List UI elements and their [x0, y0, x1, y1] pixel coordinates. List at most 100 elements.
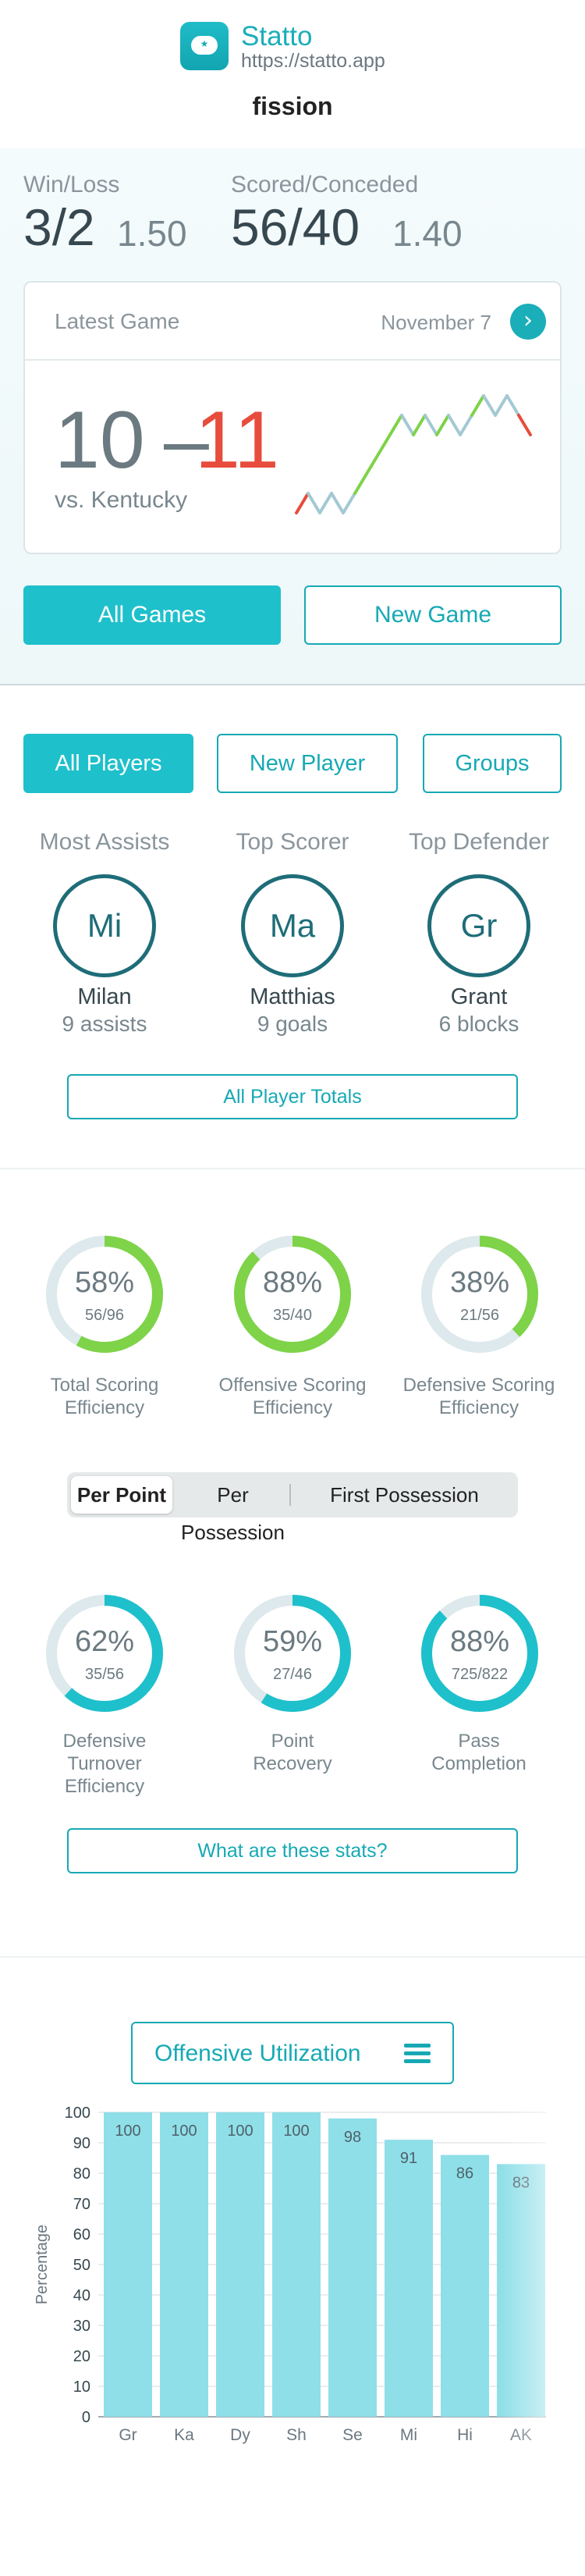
win-loss-label: Win/Loss	[23, 172, 120, 197]
sparkline-segment	[353, 472, 368, 495]
ring-label-line: Point	[271, 1731, 314, 1752]
ring-label-line: Pass	[458, 1731, 500, 1752]
bar[interactable]	[160, 2112, 208, 2417]
sparkline-segment	[412, 414, 427, 436]
ring-percent: 58%	[74, 1266, 135, 1299]
score-us: 10	[55, 395, 145, 486]
ring-label-line: Efficiency	[252, 1397, 333, 1418]
utilization-label: Offensive Utilization	[154, 2041, 361, 2066]
bar-value-label: 100	[171, 2122, 197, 2140]
sparkline-segment	[330, 492, 345, 514]
app-name: Statto	[241, 21, 313, 52]
app-url[interactable]: https://statto.app	[241, 50, 385, 73]
bar[interactable]	[441, 2154, 489, 2417]
y-tick-label: 50	[73, 2257, 90, 2274]
score-sparkline	[295, 394, 532, 514]
ring-defensive-scoring: 38% 21/56	[417, 1232, 542, 1357]
ring-label-line: Offensive Scoring	[218, 1375, 367, 1396]
avatar-milan[interactable]: Mi	[53, 874, 156, 977]
app-header: ★ Statto https://statto.app fission	[0, 0, 585, 148]
sparkline-segment	[517, 414, 532, 436]
sparkline-segment	[447, 414, 462, 436]
groups-button[interactable]: Groups	[423, 734, 562, 793]
sparkline-segment	[377, 433, 392, 456]
segment-per-possession[interactable]: Per Possession	[176, 1476, 289, 1544]
leader-name-assists: Milan	[77, 984, 132, 1009]
games-section: Win/Loss 3/2 1.50 Scored/Conceded 56/40 …	[0, 148, 585, 685]
x-tick-label: Dy	[230, 2426, 250, 2444]
bar-value-label: 86	[456, 2165, 473, 2183]
chevron-right-icon[interactable]: ›	[510, 304, 546, 340]
y-tick-label: 10	[73, 2379, 90, 2396]
utilization-selector-button[interactable]: Offensive Utilization	[131, 2022, 454, 2084]
ring-label-line: Efficiency	[438, 1397, 519, 1418]
x-tick-label: Ka	[174, 2426, 194, 2444]
leader-title-assists: Most Assists	[39, 829, 170, 855]
sparkline-segment	[318, 492, 333, 514]
ring-fraction: 35/56	[84, 1666, 125, 1683]
ring-label-line: Recovery	[253, 1753, 332, 1774]
all-games-button[interactable]: All Games	[23, 585, 281, 645]
sparkline-segment	[482, 394, 497, 417]
leader-title-scorer: Top Scorer	[236, 829, 349, 855]
ring-fraction: 27/46	[272, 1666, 313, 1683]
scored-conceded-value: 56/40	[231, 198, 360, 256]
bar[interactable]	[328, 2118, 377, 2417]
avatar-matthias[interactable]: Ma	[241, 874, 344, 977]
efficiency-section: 58% 56/96 Total Scoring Efficiency 88% 3…	[0, 1169, 585, 1958]
ring-percent: 59%	[262, 1625, 323, 1658]
ring-offensive-scoring: 88% 35/40	[230, 1232, 355, 1357]
x-tick-label: Gr	[119, 2426, 136, 2444]
sparkline-segment	[424, 414, 438, 436]
players-section: All Players New Player Groups Most Assis…	[0, 685, 585, 1169]
sparkline-segment	[459, 414, 473, 436]
y-tick-label: 40	[73, 2287, 90, 2304]
ring-label-line: Efficiency	[64, 1776, 145, 1797]
avatar-grant[interactable]: Gr	[427, 874, 530, 977]
ring-fraction: 56/96	[84, 1307, 125, 1324]
stats-help-button[interactable]: What are these stats?	[67, 1828, 518, 1873]
score-them: 11	[195, 395, 279, 486]
bar-value-label: 100	[115, 2122, 140, 2140]
bar-value-label: 91	[400, 2150, 417, 2167]
y-tick-label: 0	[82, 2409, 90, 2426]
bar[interactable]	[104, 2112, 152, 2417]
chat-bubble-star-icon: ★	[180, 22, 229, 70]
sparkline-segment	[365, 453, 380, 475]
latest-game-card[interactable]: Latest Game November 7 › 10 – 11 vs. Ken…	[23, 281, 562, 554]
ring-percent: 88%	[449, 1625, 510, 1658]
new-game-button[interactable]: New Game	[304, 585, 562, 645]
opponent-name: vs. Kentucky	[55, 487, 188, 513]
ring-label: Point Recovery	[199, 1730, 386, 1775]
ring-total-scoring: 58% 56/96	[42, 1232, 167, 1357]
ring-label-line: Completion	[431, 1753, 526, 1774]
sparkline-segment	[400, 414, 415, 436]
all-player-totals-button[interactable]: All Player Totals	[67, 1074, 518, 1119]
new-player-button[interactable]: New Player	[217, 734, 398, 793]
leader-stat-scorer: 9 goals	[257, 1012, 328, 1036]
sparkline-segment	[342, 492, 356, 514]
y-tick-label: 20	[73, 2348, 90, 2365]
ring-label-line: Turnover	[67, 1753, 142, 1774]
ring-percent: 88%	[262, 1266, 323, 1299]
team-name: fission	[252, 92, 333, 120]
segment-first-possession[interactable]: First Possession	[293, 1476, 516, 1514]
ring-fraction: 35/40	[272, 1307, 313, 1324]
bar[interactable]	[216, 2112, 264, 2417]
ring-label-line: Total Scoring	[50, 1375, 159, 1396]
ring-label: Defensive Scoring Efficiency	[385, 1374, 573, 1419]
utilization-bar-chart: 0 10 20 30 40 50 60 70 80 90 100 Percentage 100 Gr 100…	[34, 2105, 546, 2444]
bar[interactable]	[385, 2140, 433, 2417]
all-players-button[interactable]: All Players	[23, 734, 193, 793]
ring-defensive-turnover: 62% 35/56	[42, 1591, 167, 1716]
bar-value-label: 100	[227, 2122, 253, 2140]
scored-conceded-label: Scored/Conceded	[231, 172, 419, 197]
leader-title-defender: Top Defender	[408, 829, 550, 855]
segment-per-point[interactable]: Per Point	[71, 1476, 172, 1514]
leader-name-scorer: Matthias	[250, 984, 335, 1009]
segmented-control: Per Point Per Possession First Possessio…	[67, 1472, 518, 1544]
bar[interactable]	[272, 2112, 321, 2417]
y-tick-label: 80	[73, 2165, 90, 2183]
ring-percent: 62%	[74, 1625, 135, 1658]
sparkline-segment	[505, 394, 520, 417]
